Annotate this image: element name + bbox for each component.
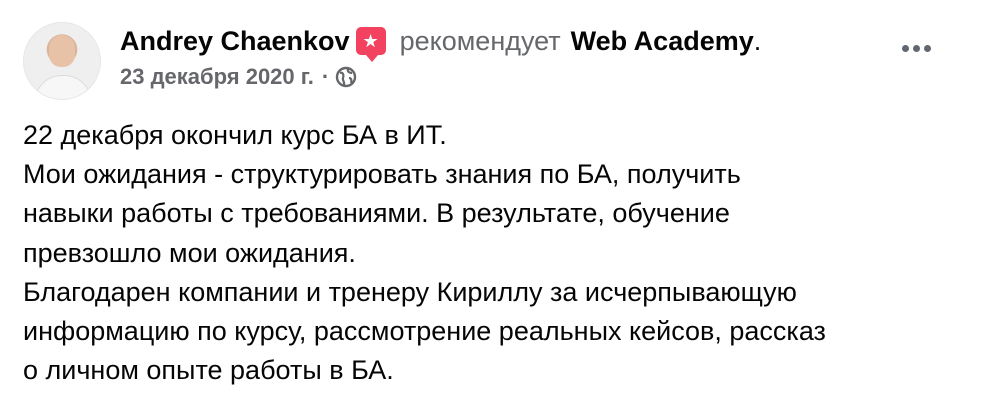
post-line: навыки работы с требованиями. В результа… [23,198,730,229]
post-meta: 23 декабря 2020 г. · [120,62,357,92]
more-dot [913,45,920,52]
avatar-shirt [34,75,92,99]
post-line: о личном опыте работы в БА. [23,355,394,386]
post-line: 22 декабря окончил курс БА в ИТ. [23,120,447,150]
post-card: Andrey Chaenkov ★ рекомендует Web Academ… [0,0,984,402]
recommend-badge-icon: ★ [355,27,386,62]
avatar[interactable] [23,22,101,100]
post-line: Мои ожидания - структурировать знания по… [23,159,741,190]
post-date[interactable]: 23 декабря 2020 г. [120,62,314,92]
post-body: 22 декабря окончил курс БА в ИТ. Мои ожи… [23,116,963,390]
author-name[interactable]: Andrey Chaenkov [120,23,350,59]
more-options-icon[interactable] [902,45,931,52]
post-header: Andrey Chaenkov ★ рекомендует Web Academ… [120,23,762,62]
more-dot [924,45,931,52]
post-line: превзошло мои ожидания. [23,237,356,268]
header-period: . [753,26,762,56]
more-dot [902,45,909,52]
avatar-head [49,35,75,67]
globe-icon[interactable] [335,66,357,88]
action-text: рекомендует [399,26,561,56]
post-line: информацию по курсу, рассмотрение реальн… [23,316,826,347]
post-line: Благодарен компании и тренеру Кириллу за… [23,276,797,307]
meta-separator: · [321,64,330,89]
page-name[interactable]: Web Academy [571,23,754,59]
